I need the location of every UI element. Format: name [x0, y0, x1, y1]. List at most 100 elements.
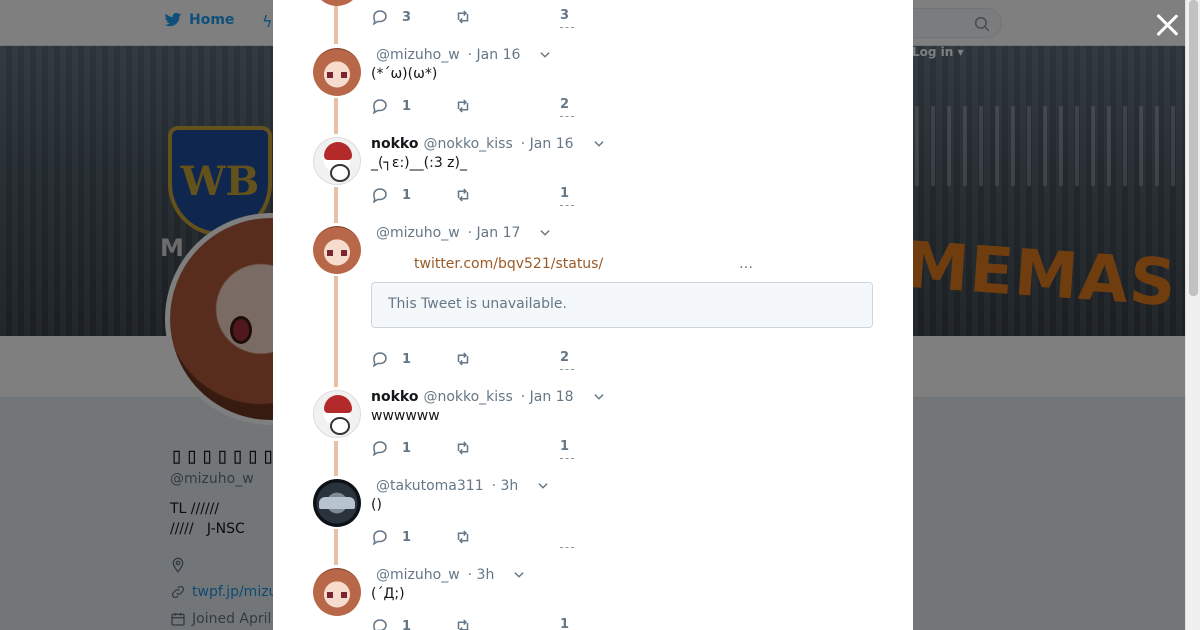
- retweet-button[interactable]: [453, 8, 473, 26]
- conversation-modal: 3 3 @mizuho_w · Jan 16 (*´ω)(ω*) 1 2 nok…: [273, 0, 913, 630]
- like-button[interactable]: 2: [560, 350, 574, 370]
- chevron-down-icon[interactable]: [538, 226, 552, 240]
- retweet-icon: [457, 619, 469, 630]
- tweet-avatar[interactable]: [313, 137, 361, 185]
- chevron-down-icon[interactable]: [536, 479, 550, 493]
- tweet-actions: 1: [371, 528, 671, 548]
- like-icon: [560, 369, 574, 374]
- like-icon: [560, 205, 574, 210]
- chevron-down-icon[interactable]: [512, 568, 526, 582]
- tweet-date[interactable]: · Jan 16: [521, 136, 574, 152]
- tweet-author-name[interactable]: nokko: [371, 136, 418, 152]
- chevron-down-icon[interactable]: [592, 390, 606, 404]
- retweet-button[interactable]: [453, 528, 473, 546]
- tweet-header: @mizuho_w · 3h: [376, 566, 526, 584]
- quoted-tweet-unavailable: This Tweet is unavailable.: [371, 282, 873, 328]
- tweet-avatar[interactable]: [313, 479, 361, 527]
- tweet-link[interactable]: twitter.com/bqv521/status/: [414, 256, 603, 272]
- tweet-avatar[interactable]: [313, 226, 361, 274]
- tweet-date[interactable]: · Jan 18: [521, 389, 574, 405]
- tweet-header: nokko @nokko_kiss · Jan 18: [371, 388, 606, 406]
- tweet-header: @takutoma311 · 3h: [376, 477, 550, 495]
- tweet-handle[interactable]: @mizuho_w: [376, 567, 460, 583]
- tweet-header: @mizuho_w · Jan 17: [376, 224, 552, 242]
- tweet-text: (´Д;): [371, 586, 405, 602]
- like-count: 1: [560, 617, 570, 630]
- retweet-icon: [457, 530, 469, 544]
- reply-button[interactable]: 1: [371, 439, 411, 457]
- thread-line: [334, 187, 338, 223]
- reply-count: 1: [402, 98, 412, 114]
- like-button[interactable]: 1: [560, 186, 574, 206]
- reply-count: 1: [402, 351, 412, 367]
- reply-button[interactable]: 1: [371, 97, 411, 115]
- tweet-avatar[interactable]: [313, 390, 361, 438]
- tweet-date[interactable]: · Jan 16: [468, 47, 521, 63]
- tweet-actions: 1 1: [371, 439, 671, 459]
- reply-icon: [373, 619, 387, 630]
- like-icon: [560, 547, 574, 552]
- tweet-date[interactable]: · 3h: [468, 567, 495, 583]
- thread-line: [334, 0, 338, 44]
- thread-line: [334, 441, 338, 476]
- retweet-button[interactable]: [453, 350, 473, 368]
- retweet-button[interactable]: [453, 617, 473, 630]
- chevron-down-icon[interactable]: [592, 137, 606, 151]
- like-button[interactable]: 2: [560, 97, 574, 117]
- tweet-actions: 1 2: [371, 350, 671, 370]
- retweet-icon: [457, 10, 469, 24]
- tweet-handle[interactable]: @nokko_kiss: [423, 136, 512, 152]
- like-button[interactable]: 1: [560, 439, 574, 459]
- tweet-text: (*´ω)(ω*): [371, 66, 438, 82]
- tweet-handle[interactable]: @takutoma311: [376, 478, 484, 494]
- reply-icon: [372, 530, 387, 546]
- retweet-button[interactable]: [453, 97, 473, 115]
- tweet-avatar[interactable]: [313, 568, 361, 616]
- chevron-down-icon[interactable]: [538, 48, 552, 62]
- reply-icon: [372, 352, 387, 368]
- retweet-icon: [457, 441, 469, 455]
- retweet-icon: [457, 352, 469, 366]
- tweet-actions: 1 1: [371, 186, 671, 206]
- reply-button[interactable]: 1: [371, 186, 411, 204]
- retweet-icon: [457, 188, 469, 202]
- tweet-handle[interactable]: @mizuho_w: [376, 225, 460, 241]
- like-button[interactable]: 3: [560, 8, 574, 28]
- like-icon: [560, 458, 574, 463]
- tweet-actions: 1 1: [371, 617, 671, 630]
- tweet-avatar[interactable]: [313, 0, 361, 6]
- tweet-handle[interactable]: @nokko_kiss: [423, 389, 512, 405]
- page-scrollbar[interactable]: [1185, 0, 1200, 630]
- reply-icon: [372, 441, 387, 457]
- reply-icon: [372, 188, 387, 204]
- like-count: 2: [560, 97, 570, 112]
- thread-line: [334, 98, 338, 134]
- tweet-date[interactable]: · Jan 17: [468, 225, 521, 241]
- reply-icon: [372, 99, 387, 115]
- close-icon[interactable]: [1154, 12, 1180, 38]
- tweet-handle[interactable]: @mizuho_w: [376, 47, 460, 63]
- tweet-header: nokko @nokko_kiss · Jan 16: [371, 135, 606, 153]
- like-icon: [560, 116, 574, 121]
- thread-line: [334, 529, 338, 565]
- like-count: 1: [560, 439, 570, 454]
- reply-button[interactable]: 1: [371, 617, 411, 630]
- tweet-text: _(┐ε:)__(:3 z)_: [371, 155, 467, 171]
- tweet-avatar[interactable]: [313, 48, 361, 96]
- reply-count: 1: [402, 618, 412, 630]
- reply-button[interactable]: 1: [371, 528, 411, 546]
- tweet-author-name[interactable]: nokko: [371, 389, 418, 405]
- reply-button[interactable]: 1: [371, 350, 411, 368]
- reply-button[interactable]: 3: [371, 8, 411, 26]
- scrollbar-thumb[interactable]: [1189, 0, 1198, 296]
- retweet-button[interactable]: [453, 186, 473, 204]
- tweet-date[interactable]: · 3h: [492, 478, 519, 494]
- like-count: 3: [560, 8, 570, 23]
- reply-count: 3: [402, 9, 412, 25]
- reply-icon: [372, 10, 387, 26]
- tweet-ellipsis: …: [739, 256, 753, 272]
- reply-count: 1: [402, 187, 412, 203]
- tweet-text: (): [371, 497, 382, 513]
- like-button[interactable]: 1: [560, 617, 569, 630]
- retweet-button[interactable]: [453, 439, 473, 457]
